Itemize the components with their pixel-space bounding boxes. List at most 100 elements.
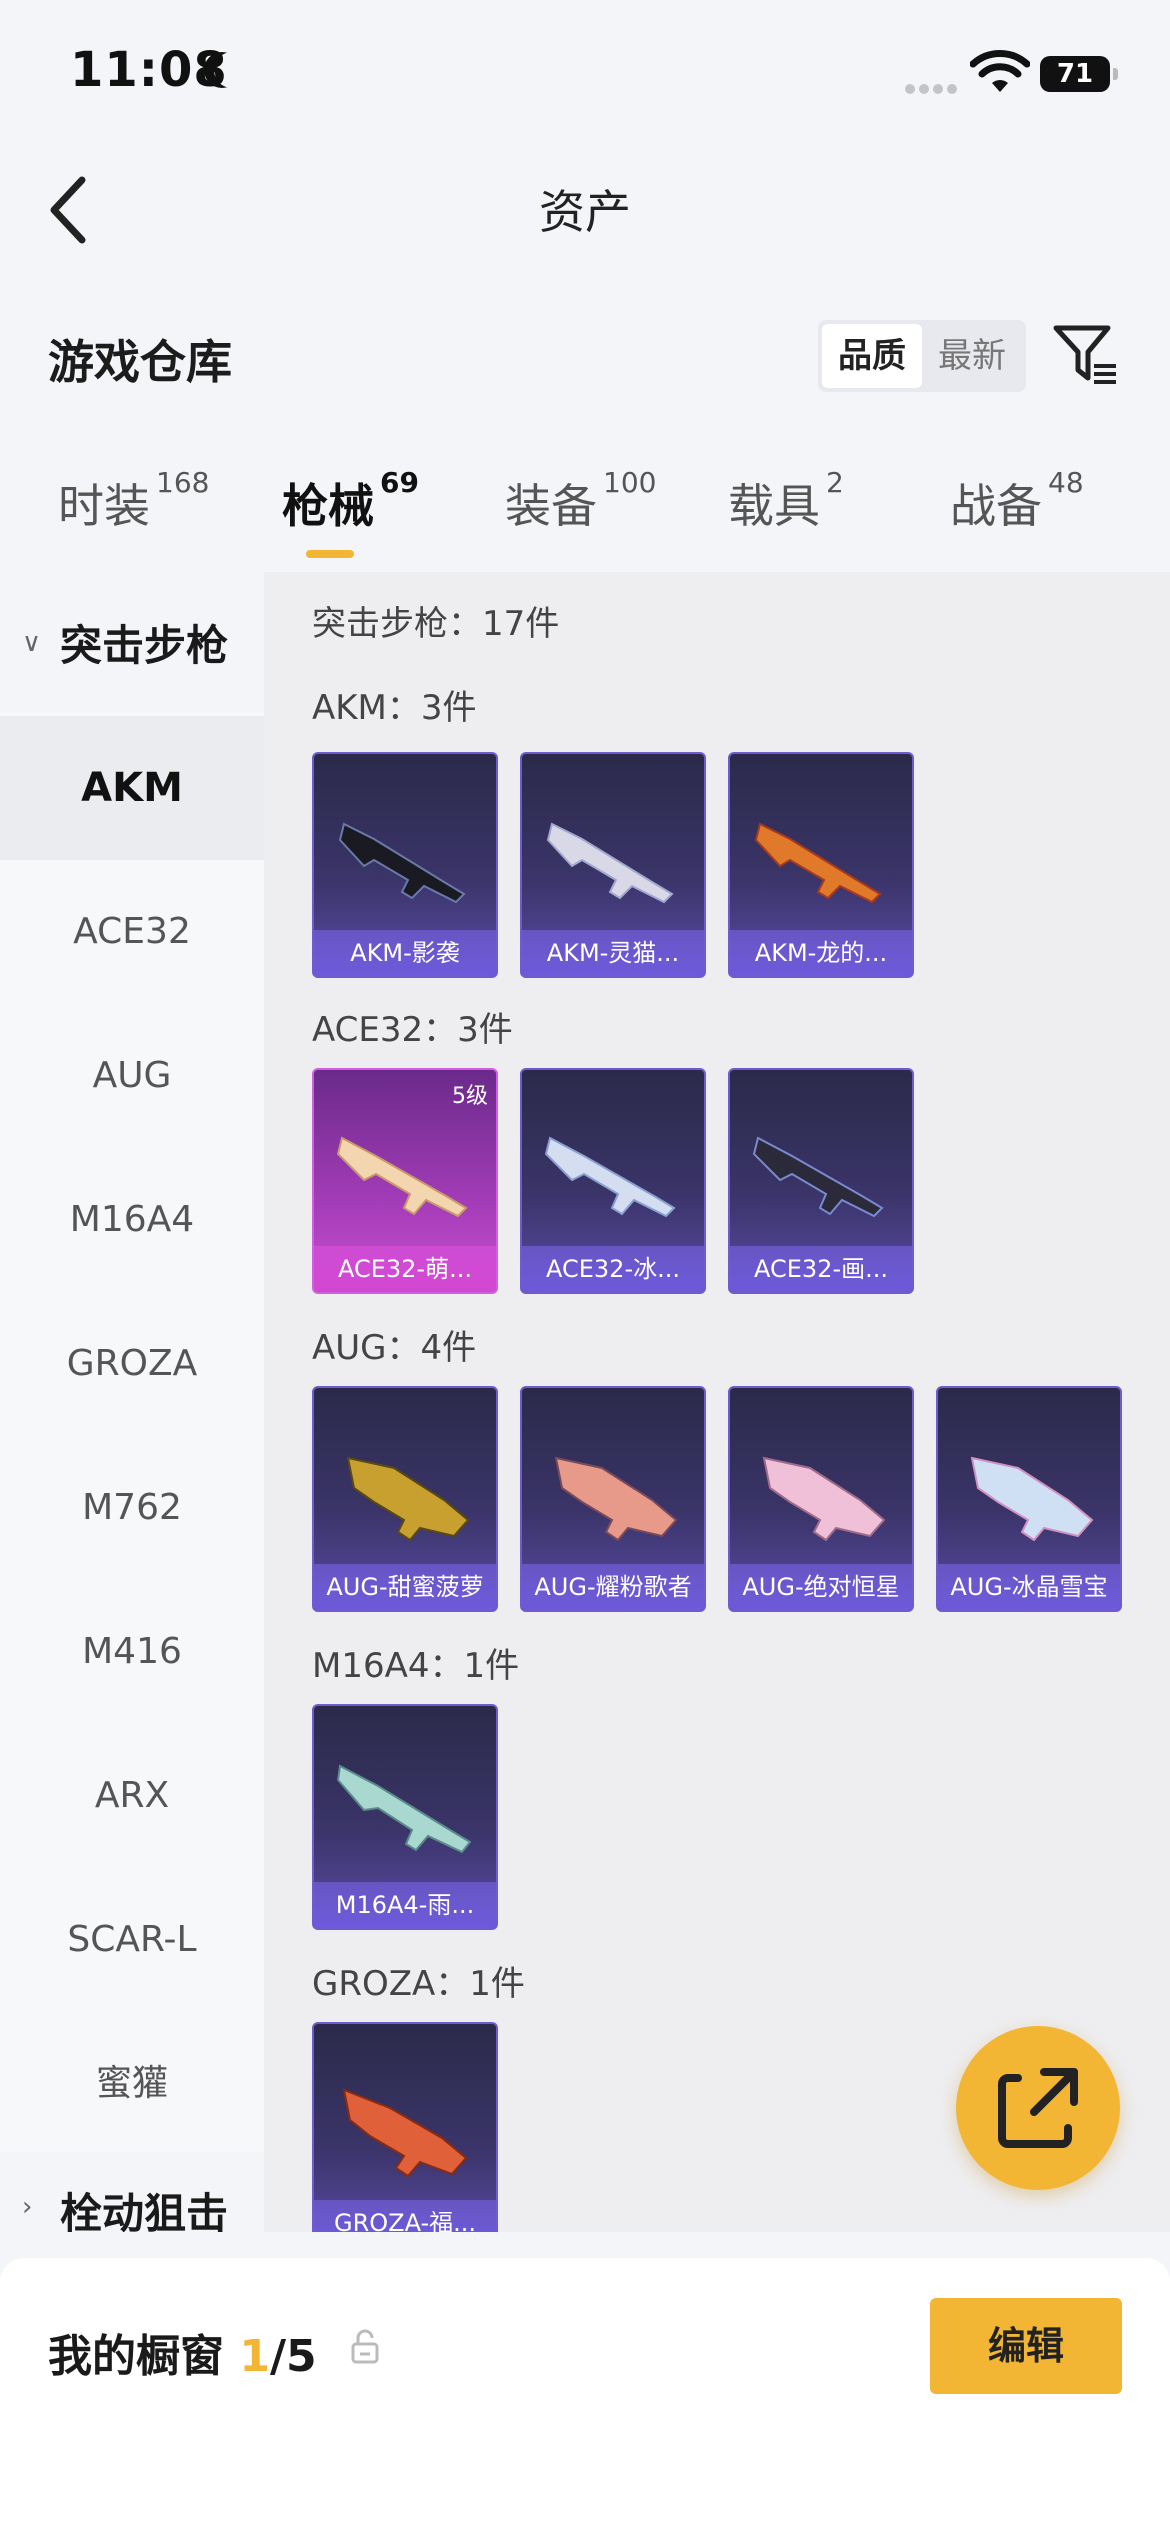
weapon-name: AUG-甜蜜菠萝 bbox=[314, 1564, 496, 1610]
rifle-icon bbox=[346, 1456, 470, 1542]
signal-icon bbox=[905, 79, 961, 94]
sort-latest-button[interactable]: 最新 bbox=[922, 324, 1022, 388]
lock-icon bbox=[351, 2329, 379, 2364]
rifle-icon bbox=[546, 822, 674, 904]
rifle-icon bbox=[752, 1136, 884, 1218]
chevron-right-icon: › bbox=[22, 2192, 33, 2222]
category-summary: 突击步枪：17件 bbox=[312, 604, 560, 644]
app-screen: 11:08 71 资产 游戏仓库 品质 最新 时装 168 枪械 69 装备 100 … bbox=[0, 0, 1170, 2532]
status-time: 11:08 bbox=[70, 42, 228, 98]
tab-count: 48 bbox=[1048, 465, 1084, 499]
weapon-card[interactable]: AKM-影袭 bbox=[312, 752, 498, 978]
rifle-icon bbox=[554, 1456, 678, 1542]
category-tabs: 时装 168 枪械 69 装备 100 载具 2 战备 48 bbox=[0, 466, 1170, 570]
weapon-card[interactable]: AUG-甜蜜菠萝 bbox=[312, 1386, 498, 1612]
weapon-card[interactable]: GROZA-福... bbox=[312, 2022, 498, 2232]
sidebar-item-m16a4[interactable]: M16A4 bbox=[0, 1148, 264, 1292]
tab-fashion[interactable]: 时装 168 bbox=[58, 466, 209, 536]
tab-label: 装备 bbox=[505, 479, 597, 533]
share-button[interactable] bbox=[956, 2026, 1120, 2190]
tab-guns[interactable]: 枪械 69 bbox=[282, 466, 419, 536]
battery-icon: 71 bbox=[1040, 56, 1118, 92]
sidebar-item-honey-badger[interactable]: 蜜獾 bbox=[0, 2012, 264, 2156]
weapon-name: GROZA-福... bbox=[314, 2200, 496, 2232]
chevron-down-icon: ∨ bbox=[22, 628, 42, 658]
weapon-card[interactable]: AKM-龙的... bbox=[728, 752, 914, 978]
tab-count: 100 bbox=[603, 465, 657, 499]
weapon-card[interactable]: M16A4-雨... bbox=[312, 1704, 498, 1930]
showcase-current-count: 1 bbox=[239, 2331, 270, 2382]
tab-vehicles[interactable]: 载具 2 bbox=[728, 466, 844, 536]
sort-toggle: 品质 最新 bbox=[818, 320, 1026, 392]
rifle-icon bbox=[762, 1456, 886, 1542]
share-icon bbox=[998, 2068, 1078, 2148]
tab-count: 168 bbox=[156, 465, 210, 499]
wifi-icon bbox=[970, 50, 1030, 92]
tab-equipment[interactable]: 装备 100 bbox=[505, 466, 656, 536]
tab-label: 枪械 bbox=[282, 479, 374, 533]
sidebar-item-akm[interactable]: AKM bbox=[0, 716, 264, 860]
rifle-icon bbox=[342, 2088, 468, 2178]
level-badge: 5级 bbox=[452, 1084, 488, 1109]
rifle-icon bbox=[336, 1136, 468, 1218]
rifle-icon bbox=[336, 1764, 472, 1854]
sidebar-item-scar-l[interactable]: SCAR-L bbox=[0, 1868, 264, 2012]
page-title: 资产 bbox=[539, 185, 631, 239]
tab-count: 69 bbox=[380, 465, 419, 499]
weapon-name: ACE32-冰... bbox=[522, 1246, 704, 1292]
rifle-icon bbox=[544, 1136, 676, 1218]
rifle-icon bbox=[338, 822, 466, 904]
showcase-total-count: /5 bbox=[269, 2331, 317, 2382]
tab-battle-gear[interactable]: 战备 48 bbox=[950, 466, 1084, 536]
weapon-card[interactable]: AKM-灵猫... bbox=[520, 752, 706, 978]
tab-count: 2 bbox=[826, 465, 844, 499]
weapon-name: AKM-龙的... bbox=[730, 930, 912, 976]
active-tab-indicator bbox=[306, 550, 354, 558]
section-title-aug: AUG：4件 bbox=[312, 1328, 477, 1368]
section-title-akm: AKM：3件 bbox=[312, 688, 477, 728]
sidebar-item-arx[interactable]: ARX bbox=[0, 1724, 264, 1868]
weapon-card[interactable]: AUG-冰晶雪宝 bbox=[936, 1386, 1122, 1612]
tab-label: 载具 bbox=[728, 479, 820, 533]
section-title-ace32: ACE32：3件 bbox=[312, 1010, 513, 1050]
tab-label: 时装 bbox=[58, 479, 150, 533]
weapon-list: 突击步枪：17件 AKM：3件 AKM-影袭 AKM-灵猫... AKM-龙的.… bbox=[264, 572, 1170, 2232]
weapon-card[interactable]: AUG-绝对恒星 bbox=[728, 1386, 914, 1612]
status-bar: 11:08 71 bbox=[0, 0, 1170, 140]
sidebar-item-m762[interactable]: M762 bbox=[0, 1436, 264, 1580]
weapon-name: AUG-绝对恒星 bbox=[730, 1564, 912, 1610]
sidebar-item-groza[interactable]: GROZA bbox=[0, 1292, 264, 1436]
filter-icon[interactable] bbox=[1050, 320, 1122, 392]
weapon-card[interactable]: AUG-耀粉歌者 bbox=[520, 1386, 706, 1612]
weapon-card[interactable]: ACE32-画... bbox=[728, 1068, 914, 1294]
sidebar-group-assault-rifles[interactable]: ∨ 突击步枪 bbox=[0, 572, 264, 712]
section-title-m16a4: M16A4：1件 bbox=[312, 1646, 520, 1686]
sort-quality-button[interactable]: 品质 bbox=[822, 324, 922, 388]
sidebar-item-aug[interactable]: AUG bbox=[0, 1004, 264, 1148]
sidebar-group-label: 栓动狙击 bbox=[60, 2189, 229, 2232]
rifle-icon bbox=[754, 822, 882, 904]
weapon-name: ACE32-萌... bbox=[314, 1246, 496, 1292]
showcase-label: 我的橱窗 1/5 bbox=[48, 2320, 317, 2384]
sidebar-item-m416[interactable]: M416 bbox=[0, 1580, 264, 1724]
weapon-card[interactable]: 5级 ACE32-萌... bbox=[312, 1068, 498, 1294]
showcase-bar: 我的橱窗 1/5 编辑 bbox=[0, 2258, 1170, 2532]
sidebar-item-ace32[interactable]: ACE32 bbox=[0, 860, 264, 1004]
warehouse-title: 游戏仓库 bbox=[48, 335, 232, 389]
weapon-name: AUG-耀粉歌者 bbox=[522, 1564, 704, 1610]
edit-button[interactable]: 编辑 bbox=[930, 2298, 1122, 2394]
sidebar-group-label: 突击步枪 bbox=[60, 621, 229, 670]
moon-icon bbox=[214, 52, 250, 88]
rifle-icon bbox=[970, 1456, 1094, 1542]
sidebar-group-bolt-snipers[interactable]: › 栓动狙击 bbox=[0, 2152, 264, 2232]
weapon-name: M16A4-雨... bbox=[314, 1882, 496, 1928]
section-title-groza: GROZA：1件 bbox=[312, 1964, 525, 2004]
weapon-name: AKM-灵猫... bbox=[522, 930, 704, 976]
showcase-title: 我的橱窗 bbox=[48, 2331, 224, 2382]
weapon-name: ACE32-画... bbox=[730, 1246, 912, 1292]
weapon-sidebar: ∨ 突击步枪 AKM ACE32 AUG M16A4 GROZA M762 M4… bbox=[0, 572, 264, 2232]
weapon-name: AUG-冰晶雪宝 bbox=[938, 1564, 1120, 1610]
weapon-card[interactable]: ACE32-冰... bbox=[520, 1068, 706, 1294]
tab-label: 战备 bbox=[950, 479, 1042, 533]
weapon-name: AKM-影袭 bbox=[314, 930, 496, 976]
